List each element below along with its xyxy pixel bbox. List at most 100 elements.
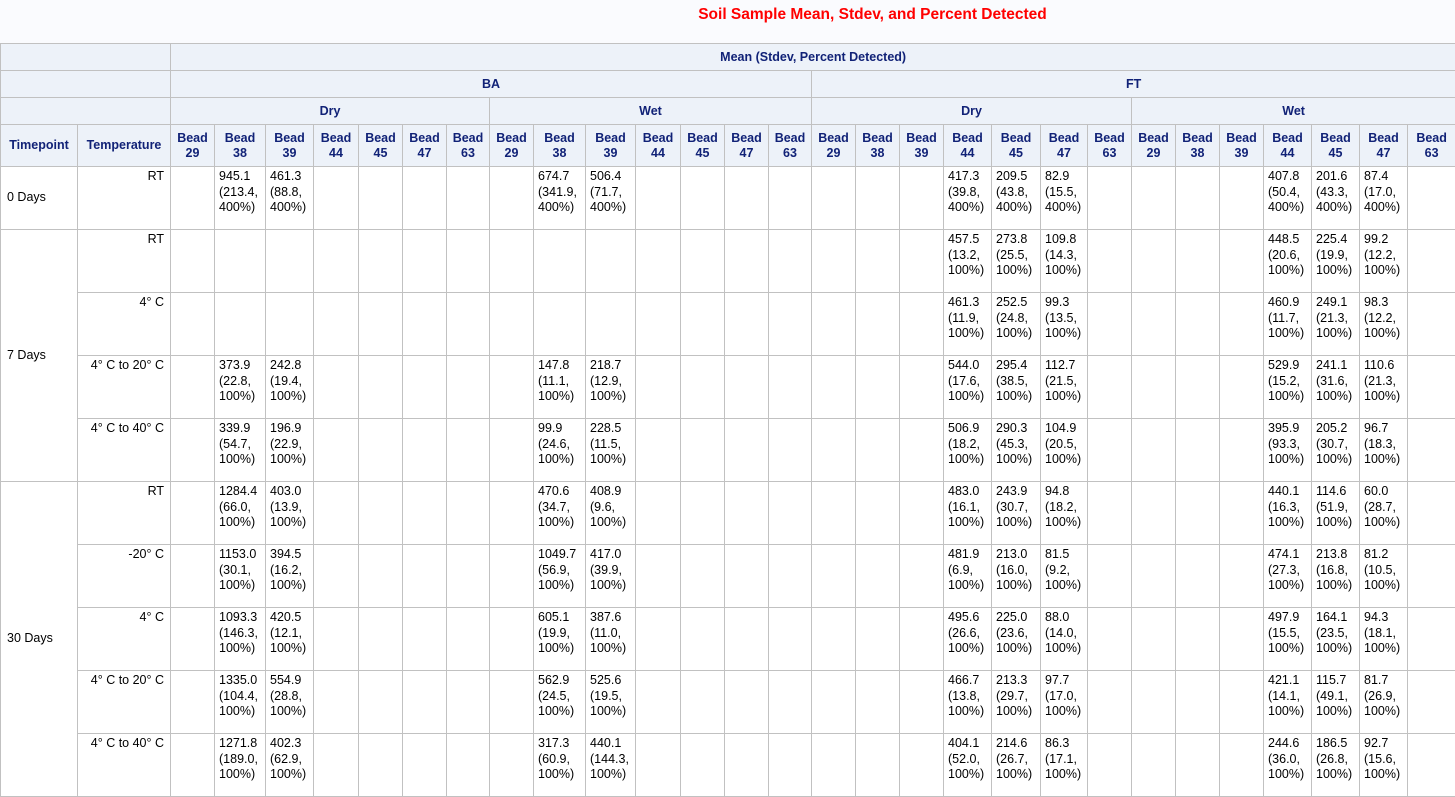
- mean-stdev-pct: 403.0 (13.9, 100%): [270, 484, 306, 529]
- value-cell: [900, 419, 944, 482]
- value-cell: [769, 419, 812, 482]
- mean-stdev-pct: 81.2 (10.5, 100%): [1364, 547, 1400, 592]
- value-cell: 544.0 (17.6, 100%): [944, 356, 992, 419]
- value-cell: [359, 671, 403, 734]
- mean-stdev-pct: 99.2 (12.2, 100%): [1364, 232, 1400, 277]
- bead-header: Bead29: [171, 125, 215, 167]
- value-cell: 104.9 (20.5, 100%): [1041, 419, 1088, 482]
- bead-header: Bead39: [1220, 125, 1264, 167]
- mean-stdev-pct: 525.6 (19.5, 100%): [590, 673, 626, 718]
- value-cell: [403, 167, 447, 230]
- table-row: 4° C1093.3 (146.3, 100%)420.5 (12.1, 100…: [1, 608, 1455, 671]
- value-cell: 99.3 (13.5, 100%): [1041, 293, 1088, 356]
- value-cell: [769, 167, 812, 230]
- value-cell: [636, 482, 681, 545]
- value-cell: 243.9 (30.7, 100%): [992, 482, 1041, 545]
- value-cell: [636, 734, 681, 797]
- temperature-header: Temperature: [78, 125, 171, 167]
- value-cell: 373.9 (22.8, 100%): [215, 356, 266, 419]
- timepoint-cell: 7 Days: [1, 230, 78, 482]
- value-cell: [447, 671, 490, 734]
- value-cell: [359, 545, 403, 608]
- value-cell: 88.0 (14.0, 100%): [1041, 608, 1088, 671]
- table-row: 4° C to 40° C339.9 (54.7, 100%)196.9 (22…: [1, 419, 1455, 482]
- value-cell: [769, 293, 812, 356]
- value-cell: 164.1 (23.5, 100%): [1312, 608, 1360, 671]
- value-cell: [403, 356, 447, 419]
- value-cell: 249.1 (21.3, 100%): [1312, 293, 1360, 356]
- value-cell: [725, 671, 769, 734]
- value-cell: [1132, 419, 1176, 482]
- header-row-stat: Mean (Stdev, Percent Detected): [1, 44, 1455, 71]
- value-cell: [490, 419, 534, 482]
- mean-stdev-pct: 213.8 (16.8, 100%): [1316, 547, 1352, 592]
- value-cell: 562.9 (24.5, 100%): [534, 671, 586, 734]
- bead-label: Bead: [321, 131, 352, 145]
- value-cell: 86.3 (17.1, 100%): [1041, 734, 1088, 797]
- mean-stdev-pct: 483.0 (16.1, 100%): [948, 484, 984, 529]
- bead-number: 47: [1057, 146, 1071, 160]
- value-cell: [1408, 419, 1455, 482]
- bead-number: 29: [1147, 146, 1161, 160]
- value-cell: [490, 734, 534, 797]
- value-cell: [171, 545, 215, 608]
- value-cell: [1220, 293, 1264, 356]
- value-cell: [725, 356, 769, 419]
- mean-stdev-pct: 481.9 (6.9, 100%): [948, 547, 984, 592]
- mean-stdev-pct: 273.8 (25.5, 100%): [996, 232, 1032, 277]
- mean-stdev-pct: 497.9 (15.5, 100%): [1268, 610, 1304, 655]
- value-cell: [812, 419, 856, 482]
- mean-stdev-pct: 214.6 (26.7, 100%): [996, 736, 1032, 781]
- value-cell: [681, 167, 725, 230]
- mean-stdev-pct: 1284.4 (66.0, 100%): [219, 484, 257, 529]
- mean-stdev-pct: 1153.0 (30.1, 100%): [219, 547, 256, 592]
- mean-stdev-pct: 461.3 (11.9, 100%): [948, 295, 984, 340]
- temperature-cell: RT: [78, 167, 171, 230]
- table-row: 30 DaysRT1284.4 (66.0, 100%)403.0 (13.9,…: [1, 482, 1455, 545]
- value-cell: [1408, 482, 1455, 545]
- value-cell: 60.0 (28.7, 100%): [1360, 482, 1408, 545]
- value-cell: [314, 356, 359, 419]
- value-cell: [1176, 671, 1220, 734]
- value-cell: [359, 167, 403, 230]
- value-cell: [490, 545, 534, 608]
- value-cell: [314, 482, 359, 545]
- value-cell: [171, 167, 215, 230]
- value-cell: [447, 230, 490, 293]
- mean-stdev-pct: 225.4 (19.9, 100%): [1316, 232, 1352, 277]
- condition-header: Wet: [490, 98, 812, 125]
- value-cell: [215, 230, 266, 293]
- value-cell: 403.0 (13.9, 100%): [266, 482, 314, 545]
- value-cell: 110.6 (21.3, 100%): [1360, 356, 1408, 419]
- value-cell: [681, 356, 725, 419]
- bead-number: 63: [783, 146, 797, 160]
- value-cell: [1220, 734, 1264, 797]
- value-cell: [681, 482, 725, 545]
- mean-stdev-pct: 99.3 (13.5, 100%): [1045, 295, 1081, 340]
- value-cell: 94.8 (18.2, 100%): [1041, 482, 1088, 545]
- value-cell: [1220, 230, 1264, 293]
- bead-label: Bead: [365, 131, 396, 145]
- value-cell: 218.7 (12.9, 100%): [586, 356, 636, 419]
- value-cell: [856, 734, 900, 797]
- value-cell: [856, 482, 900, 545]
- mean-stdev-pct: 112.7 (21.5, 100%): [1045, 358, 1081, 403]
- value-cell: 440.1 (144.3, 100%): [586, 734, 636, 797]
- value-cell: [403, 419, 447, 482]
- value-cell: 470.6 (34.7, 100%): [534, 482, 586, 545]
- value-cell: [1176, 167, 1220, 230]
- mean-stdev-pct: 440.1 (16.3, 100%): [1268, 484, 1304, 529]
- mean-stdev-pct: 86.3 (17.1, 100%): [1045, 736, 1081, 781]
- temperature-cell: RT: [78, 482, 171, 545]
- mean-stdev-pct: 387.6 (11.0, 100%): [590, 610, 626, 655]
- mean-stdev-pct: 554.9 (28.8, 100%): [270, 673, 306, 718]
- bead-number: 63: [461, 146, 475, 160]
- value-cell: [1132, 482, 1176, 545]
- mean-stdev-pct: 228.5 (11.5, 100%): [590, 421, 626, 466]
- stat-header: Mean (Stdev, Percent Detected): [171, 44, 1455, 71]
- bead-header: Bead29: [1132, 125, 1176, 167]
- mean-stdev-pct: 1335.0 (104.4, 100%): [219, 673, 258, 718]
- value-cell: [447, 482, 490, 545]
- value-cell: [1088, 482, 1132, 545]
- temperature-cell: 4° C to 20° C: [78, 356, 171, 419]
